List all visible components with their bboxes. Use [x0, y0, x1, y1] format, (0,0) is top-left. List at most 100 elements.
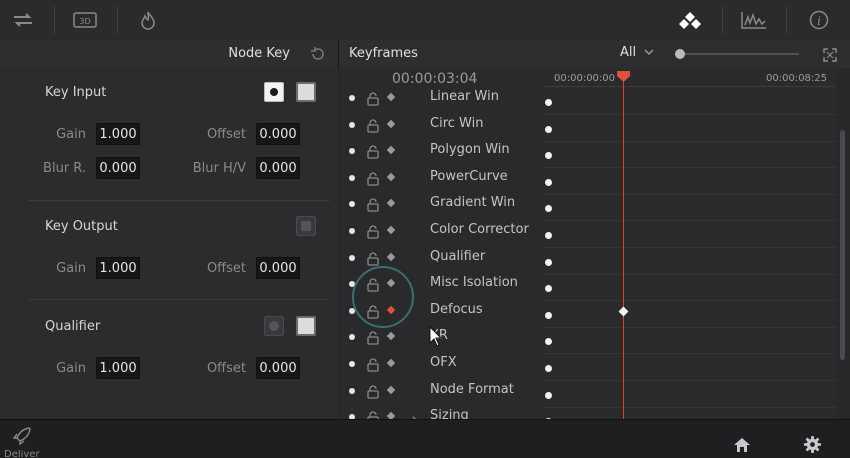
keyframe-diamond-icon[interactable]: [386, 119, 396, 128]
qualifier-toggle-invert[interactable]: [296, 316, 316, 336]
lock-icon[interactable]: [366, 118, 380, 133]
node-key-panel: Key Input Gain 1.000 Offset 0.000 Blur R…: [0, 68, 338, 419]
playhead-marker[interactable]: [616, 68, 631, 82]
track-enable-dot[interactable]: [349, 201, 355, 208]
keyframe-track-row[interactable]: [543, 275, 836, 302]
keyframe-row[interactable]: Sizing: [339, 404, 543, 419]
track-enable-dot[interactable]: [349, 148, 355, 155]
gear-icon[interactable]: [803, 435, 822, 454]
key-input-offset-field[interactable]: 0.000: [256, 123, 300, 145]
info-icon[interactable]: i: [806, 8, 832, 32]
node-key-header: Node Key: [0, 40, 338, 69]
keyframe-track-row[interactable]: [543, 169, 836, 195]
key-output-toggle[interactable]: [296, 216, 316, 236]
3d-icon[interactable]: 3D: [72, 8, 98, 32]
keyframes-filter-dropdown[interactable]: All: [620, 45, 654, 60]
keyframe-track-row[interactable]: [543, 382, 836, 408]
key-input-blur-hv-field[interactable]: 0.000: [256, 157, 300, 179]
key-input-blur-r-field[interactable]: 0.000: [96, 157, 140, 179]
lock-icon[interactable]: [366, 224, 380, 239]
gain-label: Gain: [56, 127, 86, 142]
key-output-gain-field[interactable]: 1.000: [96, 257, 140, 279]
keyframe-diamond-icon[interactable]: [386, 411, 396, 419]
keyframe-diamond-icon[interactable]: [386, 172, 396, 182]
keyframe-row-label: Color Corrector: [430, 222, 529, 237]
lock-icon[interactable]: [366, 91, 380, 106]
keyframe-diamond-icon[interactable]: [386, 225, 396, 235]
keyframe-track-row[interactable]: [543, 222, 836, 248]
track-enable-dot[interactable]: [349, 121, 355, 128]
section-divider: [28, 200, 330, 201]
keyframe-row[interactable]: Color Corrector: [339, 218, 543, 244]
key-input-gain-field[interactable]: 1.000: [96, 123, 140, 145]
zoom-slider[interactable]: [675, 49, 799, 59]
track-start-dot: [545, 152, 552, 160]
track-start-dot: [545, 311, 552, 319]
keyframe-row[interactable]: PowerCurve: [339, 165, 543, 191]
keyframe-row[interactable]: Node Format: [339, 378, 543, 404]
playhead-line[interactable]: [623, 76, 624, 419]
keyframe-row[interactable]: OFX: [339, 351, 543, 377]
scopes-icon[interactable]: [741, 8, 767, 32]
keyframe-track-row[interactable]: [543, 355, 836, 381]
keyframe-track-row[interactable]: [543, 328, 836, 355]
keyframes-timeline[interactable]: 00:00:00:00 00:00:08:25: [543, 68, 836, 419]
qualifier-offset-field[interactable]: 0.000: [256, 357, 300, 379]
key-output-offset-field[interactable]: 0.000: [256, 257, 300, 279]
track-enable-dot[interactable]: [349, 228, 355, 234]
reset-icon[interactable]: [310, 46, 326, 62]
keyframe-diamond-icon[interactable]: [386, 332, 396, 341]
keyframe-row[interactable]: Circ Win: [339, 112, 543, 138]
track-enable-dot[interactable]: [349, 95, 355, 101]
keyframes-panel-icon[interactable]: [677, 8, 703, 32]
keyframe-track-row[interactable]: [543, 408, 836, 419]
qualifier-gain-field[interactable]: 1.000: [96, 357, 140, 379]
keyframe-row[interactable]: Qualifier: [339, 245, 543, 271]
lock-icon[interactable]: [366, 410, 380, 419]
lock-icon[interactable]: [366, 171, 380, 186]
lock-icon[interactable]: [366, 144, 380, 159]
keyframe-track-row[interactable]: [543, 89, 836, 115]
keyframe-diamond-icon[interactable]: [386, 252, 396, 261]
keyframe-diamond-icon[interactable]: [386, 199, 396, 208]
keyframe-row[interactable]: Linear Win: [339, 85, 543, 111]
lock-icon[interactable]: [366, 197, 380, 213]
keyframe-track-row[interactable]: [543, 195, 836, 222]
keyframes-scrollbar[interactable]: [836, 68, 850, 419]
offset-label: Offset: [206, 127, 246, 142]
keyframe-row[interactable]: Polygon Win: [339, 138, 543, 164]
chevron-right-icon[interactable]: [411, 411, 419, 419]
flame-icon[interactable]: [135, 8, 161, 32]
keyframe-track-row[interactable]: [543, 249, 836, 275]
keyframe-track-row[interactable]: [543, 116, 836, 142]
lock-icon[interactable]: [366, 384, 380, 399]
lock-icon[interactable]: [366, 251, 380, 266]
section-divider: [28, 299, 330, 300]
zoom-slider-handle[interactable]: [675, 49, 685, 59]
track-enable-dot[interactable]: [349, 174, 355, 181]
toolbar-separator: [786, 6, 787, 34]
track-enable-dot[interactable]: [349, 334, 355, 341]
swap-icon[interactable]: [10, 8, 36, 32]
keyframe-track-row[interactable]: [543, 142, 836, 169]
keyframe-diamond-icon[interactable]: [386, 92, 396, 102]
track-start-dot: [545, 258, 552, 266]
node-key-title: Node Key: [228, 46, 290, 61]
keyframe-diamond-icon[interactable]: [386, 145, 396, 155]
lock-icon[interactable]: [366, 330, 380, 346]
key-input-toggle-on[interactable]: [264, 82, 284, 102]
keyframe-diamond-icon[interactable]: [386, 385, 396, 394]
track-enable-dot[interactable]: [349, 361, 355, 367]
lock-icon[interactable]: [366, 357, 380, 372]
track-enable-dot[interactable]: [349, 254, 355, 261]
keyframe-diamond-icon[interactable]: [386, 358, 396, 368]
home-icon[interactable]: [733, 436, 751, 454]
keyframe-track-row[interactable]: [543, 302, 836, 328]
track-enable-dot[interactable]: [349, 387, 355, 394]
key-input-toggle-invert[interactable]: [296, 82, 316, 102]
deliver-rocket-icon[interactable]: [11, 425, 33, 447]
keyframe-row[interactable]: Gradient Win: [339, 191, 543, 217]
scrollbar-thumb[interactable]: [840, 130, 845, 360]
expand-icon[interactable]: [823, 47, 837, 62]
qualifier-toggle-on[interactable]: [264, 316, 284, 336]
